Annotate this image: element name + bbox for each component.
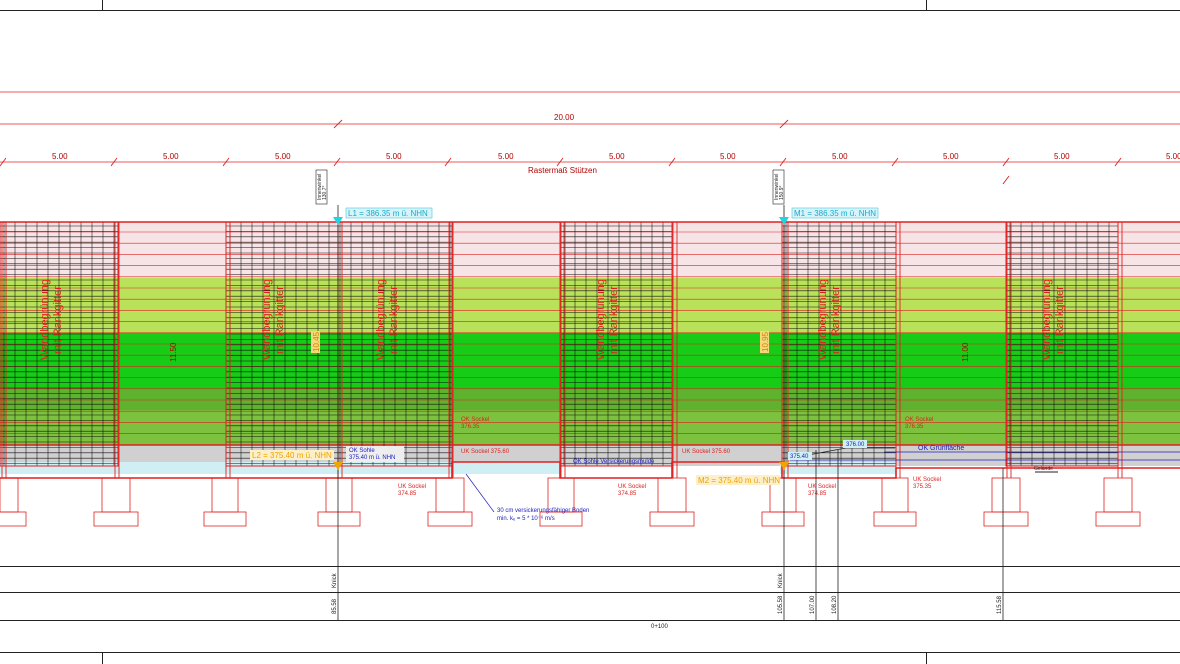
station-label: 115.58 bbox=[997, 595, 1003, 614]
height-label: 10.45 bbox=[312, 331, 321, 352]
uk-sockel-value: 374.85 bbox=[618, 491, 637, 497]
dim-overall: 20.00 bbox=[554, 113, 575, 122]
foundations bbox=[0, 477, 1141, 527]
station-label: 105.58 bbox=[778, 595, 784, 614]
ok-sockel-value: 376.35 bbox=[461, 424, 480, 430]
elevation-drawing: 20.00 5.00 5.00 5.00 5.00 5.00 5.00 5.00… bbox=[0, 0, 1180, 664]
uk-sockel-label: UK Sockel bbox=[913, 477, 941, 483]
ok-sockel-value: 376.35 bbox=[905, 424, 924, 430]
uk-sockel-label: UK Sockel bbox=[398, 484, 426, 490]
dim-bay: 5.00 bbox=[720, 152, 736, 161]
height-label: 11.50 bbox=[169, 342, 178, 362]
uk-sockel-value: 374.85 bbox=[398, 491, 417, 497]
station-label: 107.00 bbox=[810, 595, 816, 614]
greening-label-line2: mit Rankgitter bbox=[1054, 286, 1066, 354]
uk-sockel-label: UK Sockel bbox=[618, 484, 646, 490]
greening-label-line2: mit Rankgitter bbox=[274, 286, 286, 354]
boden-note-line1: 30 cm versickerungsfähiger Boden bbox=[497, 508, 589, 514]
dim-bay: 5.00 bbox=[498, 152, 514, 161]
level-m2-label: M2 = 375.40 m ü. NHN bbox=[698, 476, 780, 485]
dim-bay: 5.00 bbox=[943, 152, 959, 161]
ok-gruenflaeche-label: OK Grünfläche bbox=[918, 445, 964, 452]
dim-bay: 5.00 bbox=[52, 152, 68, 161]
innenwinkel-1: Innenwinkel 130.7° bbox=[315, 169, 328, 205]
level-m1-label: M1 = 386.35 m ü. NHN bbox=[794, 209, 876, 218]
ok-sohle-label: OK Sohle bbox=[349, 448, 375, 454]
ok-sockel-label: OK Sockel bbox=[905, 417, 933, 423]
dim-bay: 5.00 bbox=[386, 152, 402, 161]
uk-sockel-label: UK Sockel 375.60 bbox=[682, 449, 731, 455]
dim-bay: 5.00 bbox=[832, 152, 848, 161]
height-label: 11.00 bbox=[961, 342, 970, 362]
knick-label: Knick bbox=[332, 572, 338, 588]
value-375: 375.40 bbox=[790, 454, 809, 460]
dim-bay: 5.00 bbox=[163, 152, 179, 161]
dim-bay: 5.00 bbox=[1054, 152, 1070, 161]
height-label: 10.95 bbox=[761, 331, 770, 352]
greening-label-line1: Wandbegrünung bbox=[595, 279, 607, 360]
greening-label-line2: mit Rankgitter bbox=[52, 286, 64, 354]
boden-note-line2: min. kₑ = 5 * 10⁻⁶ m/s bbox=[497, 515, 555, 522]
station-labels: Knick Knick 85.58 105.58 107.00 108.20 1… bbox=[332, 572, 1003, 630]
greening-label-line1: Wandbegrünung bbox=[1041, 279, 1053, 360]
level-l1-label: L1 = 386.35 m ü. NHN bbox=[348, 209, 428, 218]
dim-bay: 5.00 bbox=[275, 152, 291, 161]
dim-bay: 5.00 bbox=[1166, 152, 1180, 161]
uk-sockel-value: 375.35 bbox=[913, 484, 932, 490]
knick-label: Knick bbox=[778, 572, 784, 588]
raster-label: Rastermaß Stützen bbox=[528, 166, 597, 175]
ok-sohle-mulde-label: OK Sohle Versickerungsmulde bbox=[573, 459, 655, 465]
greening-label-line1: Wandbegrünung bbox=[375, 279, 387, 360]
dim-bay-labels: 5.00 5.00 5.00 5.00 5.00 5.00 5.00 5.00 … bbox=[52, 152, 1180, 161]
gelaende-label: Gelände bbox=[1034, 466, 1053, 472]
uk-sockel-label: UK Sockel 375.60 bbox=[461, 449, 510, 455]
station-axis-label: 0+100 bbox=[651, 624, 669, 630]
dim-bay: 5.00 bbox=[609, 152, 625, 161]
ok-sohle-annotation: OK Sohle 375.40 m ü. NHN bbox=[346, 446, 404, 462]
greening-label-line2: mit Rankgitter bbox=[830, 286, 842, 354]
uk-sockel-value: 374.85 bbox=[808, 491, 827, 497]
station-label: 108.20 bbox=[832, 595, 838, 614]
greening-label-line2: mit Rankgitter bbox=[388, 286, 400, 354]
ok-sockel-label: OK Sockel bbox=[461, 417, 489, 423]
level-l2-label: L2 = 375.40 m ü. NHN bbox=[252, 451, 332, 460]
uk-sockel-label: UK Sockel bbox=[808, 484, 836, 490]
value-376: 376.00 bbox=[846, 442, 865, 448]
greening-label-line1: Wandbegrünung bbox=[39, 279, 51, 360]
ok-sohle-value: 375.40 m ü. NHN bbox=[349, 455, 395, 461]
greening-label-line2: mit Rankgitter bbox=[608, 286, 620, 354]
greening-label-line1: Wandbegrünung bbox=[261, 279, 273, 360]
station-label: 85.58 bbox=[332, 598, 338, 614]
greening-label-line1: Wandbegrünung bbox=[817, 279, 829, 360]
innenwinkel-value: 150.9° bbox=[779, 185, 785, 200]
innenwinkel-value: 130.7° bbox=[322, 185, 328, 200]
innenwinkel-2: Innenwinkel 150.9° bbox=[772, 169, 785, 205]
